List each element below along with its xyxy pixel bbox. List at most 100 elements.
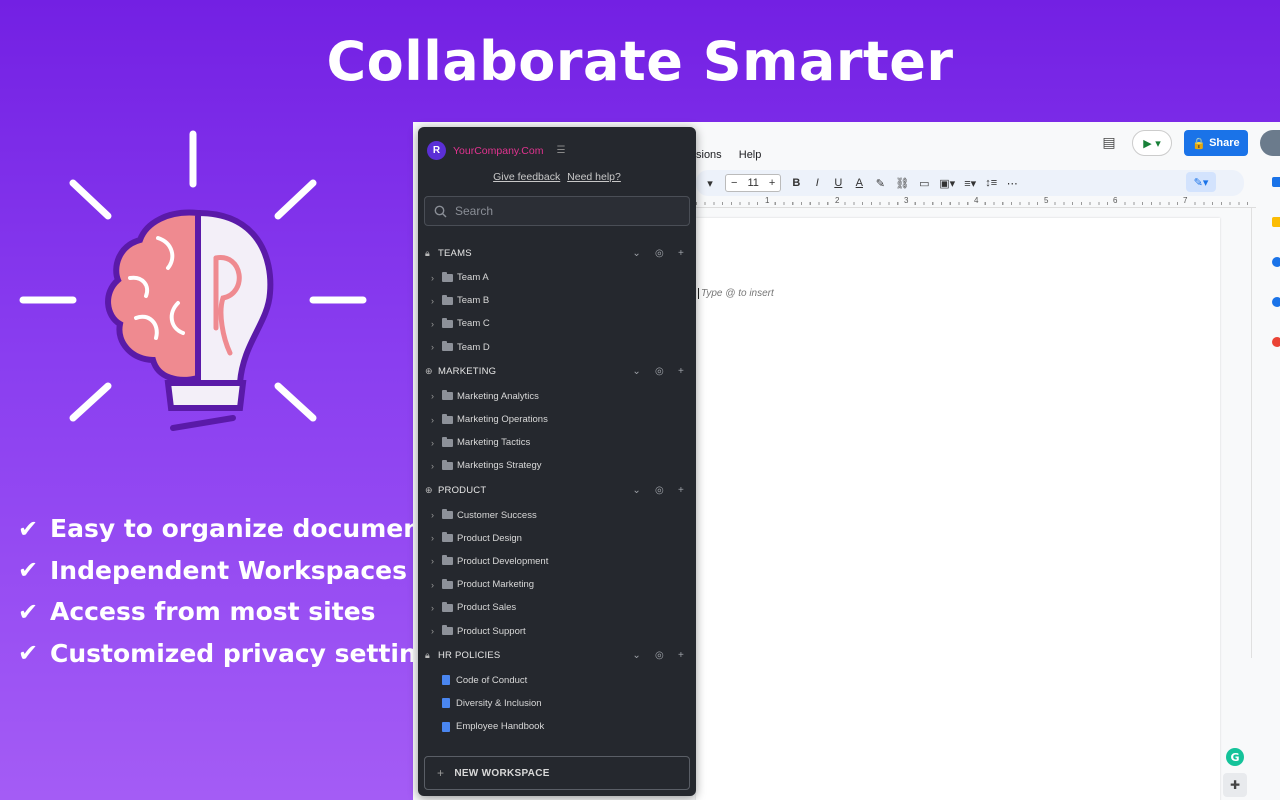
more-icon[interactable]: ⋯	[1006, 177, 1018, 190]
align-icon[interactable]: ≡▾	[964, 177, 976, 190]
add-icon[interactable]: +	[678, 248, 684, 259]
company-avatar[interactable]: R	[427, 141, 446, 160]
chevron-right-icon[interactable]: ›	[431, 319, 442, 329]
insert-hint[interactable]: Type @ to insert	[698, 288, 774, 299]
folder-item[interactable]: › Marketings Strategy	[418, 454, 696, 477]
share-button[interactable]: 🔒 Share	[1184, 130, 1248, 156]
comment-icon[interactable]: ▤	[1098, 132, 1120, 154]
folder-item[interactable]: › Marketing Analytics	[418, 385, 696, 408]
bold-icon[interactable]: B	[790, 177, 802, 189]
folder-icon	[442, 294, 453, 305]
collapse-icon[interactable]: ⌄	[632, 248, 641, 259]
chevron-right-icon[interactable]: ›	[431, 296, 442, 306]
document-item[interactable]: Employee Handbook	[418, 715, 696, 738]
settings-icon[interactable]: ◎	[655, 485, 664, 496]
section-title: PRODUCT	[438, 485, 487, 496]
chevron-right-icon[interactable]: ›	[431, 533, 442, 543]
folder-item[interactable]: › Product Marketing	[418, 573, 696, 596]
brain-bulb-logo	[19, 130, 367, 431]
company-name[interactable]: YourCompany.Com	[453, 145, 543, 157]
folder-icon	[442, 436, 453, 447]
decrease-icon[interactable]: −	[726, 177, 742, 189]
collapse-icon[interactable]: ⌄	[632, 366, 641, 377]
document-page[interactable]: Type @ to insert	[696, 218, 1220, 800]
maps-icon[interactable]	[1272, 337, 1280, 347]
chevron-right-icon[interactable]: ›	[431, 603, 442, 613]
add-icon[interactable]: +	[678, 485, 684, 496]
chevron-right-icon[interactable]: ›	[431, 273, 442, 283]
folder-item[interactable]: › Team A	[418, 266, 696, 289]
grammarly-icon[interactable]: G	[1226, 748, 1244, 766]
add-icon[interactable]: +	[678, 366, 684, 377]
chevron-right-icon[interactable]: ›	[431, 580, 442, 590]
scrollbar[interactable]	[1251, 208, 1259, 658]
italic-icon[interactable]: I	[811, 177, 823, 189]
checkmark-icon: ✔	[18, 639, 39, 668]
highlight-icon[interactable]: ✎	[874, 177, 886, 190]
section-header-hr-policies[interactable]: 🔒︎ HR POLICIES ⌄ ◎ +	[418, 643, 696, 669]
meet-button[interactable]: ▶ ▾	[1132, 130, 1172, 156]
globe-icon: ⊕	[425, 485, 433, 495]
section-header-product[interactable]: ⊕ PRODUCT ⌄ ◎ +	[418, 478, 696, 504]
font-size-stepper[interactable]: − 11 +	[725, 174, 782, 192]
add-icon[interactable]: +	[678, 650, 684, 661]
lock-icon: 🔒︎	[425, 247, 430, 258]
folder-item[interactable]: › Product Development	[418, 550, 696, 573]
chevron-right-icon[interactable]: ›	[431, 461, 442, 471]
user-avatar[interactable]	[1260, 130, 1280, 156]
contacts-icon[interactable]	[1272, 297, 1280, 307]
folder-item[interactable]: › Team B	[418, 289, 696, 312]
chevron-right-icon[interactable]: ›	[431, 415, 442, 425]
font-dropdown-icon[interactable]: ▾	[704, 177, 716, 190]
underline-icon[interactable]: U	[832, 177, 844, 189]
collapse-icon[interactable]: ⌄	[632, 485, 641, 496]
font-size-value[interactable]: 11	[742, 177, 763, 189]
folder-item[interactable]: › Customer Success	[418, 504, 696, 527]
explore-icon[interactable]: ✚	[1223, 773, 1247, 797]
hamburger-icon[interactable]: ☰	[556, 145, 565, 156]
chevron-right-icon[interactable]: ›	[431, 626, 442, 636]
chevron-right-icon[interactable]: ›	[431, 510, 442, 520]
section-header-teams[interactable]: 🔒︎ TEAMS ⌄ ◎ +	[418, 240, 696, 266]
image-icon[interactable]: ▣▾	[939, 177, 955, 190]
menu-item[interactable]: sions	[696, 149, 722, 161]
link-icon[interactable]: ⛓	[895, 177, 909, 190]
document-item[interactable]: Code of Conduct	[418, 669, 696, 692]
folder-item[interactable]: › Product Support	[418, 619, 696, 642]
folder-icon	[442, 271, 453, 282]
folder-item[interactable]: › Team C	[418, 312, 696, 335]
settings-icon[interactable]: ◎	[655, 650, 664, 661]
workspace-panel: R YourCompany.Com ☰ Give feedback Need h…	[418, 127, 696, 796]
ruler-number: 4	[973, 196, 980, 205]
increase-icon[interactable]: +	[764, 177, 780, 189]
menu-item-help[interactable]: Help	[739, 149, 762, 161]
folder-item[interactable]: › Team D	[418, 336, 696, 359]
docs-top-actions: ▤ ▶ ▾ 🔒 Share	[1098, 130, 1280, 156]
folder-item[interactable]: › Marketing Tactics	[418, 431, 696, 454]
text-color-icon[interactable]: A	[853, 177, 865, 189]
settings-icon[interactable]: ◎	[655, 248, 664, 259]
keep-icon[interactable]	[1272, 217, 1280, 227]
settings-icon[interactable]: ◎	[655, 366, 664, 377]
folder-item[interactable]: › Product Sales	[418, 596, 696, 619]
help-link[interactable]: Need help?	[567, 171, 621, 183]
google-doc-icon	[442, 675, 450, 686]
folder-item[interactable]: › Marketing Operations	[418, 408, 696, 431]
folder-icon	[442, 459, 453, 470]
chevron-right-icon[interactable]: ›	[431, 556, 442, 566]
chevron-right-icon[interactable]: ›	[431, 342, 442, 352]
calendar-icon[interactable]	[1272, 177, 1280, 187]
editing-mode-button[interactable]: ✎▾	[1186, 172, 1216, 192]
line-spacing-icon[interactable]: ↕≡	[985, 177, 997, 189]
chevron-right-icon[interactable]: ›	[431, 438, 442, 448]
document-item[interactable]: Diversity & Inclusion	[418, 692, 696, 715]
comment-add-icon[interactable]: ▭	[918, 177, 930, 190]
search-input[interactable]: Search	[424, 196, 690, 226]
tasks-icon[interactable]	[1272, 257, 1280, 267]
feedback-link[interactable]: Give feedback	[493, 171, 560, 183]
chevron-right-icon[interactable]: ›	[431, 391, 442, 401]
section-header-marketing[interactable]: ⊕ MARKETING ⌄ ◎ +	[418, 359, 696, 385]
folder-item[interactable]: › Product Design	[418, 527, 696, 550]
collapse-icon[interactable]: ⌄	[632, 650, 641, 661]
new-workspace-button[interactable]: + NEW WORKSPACE	[424, 756, 690, 790]
